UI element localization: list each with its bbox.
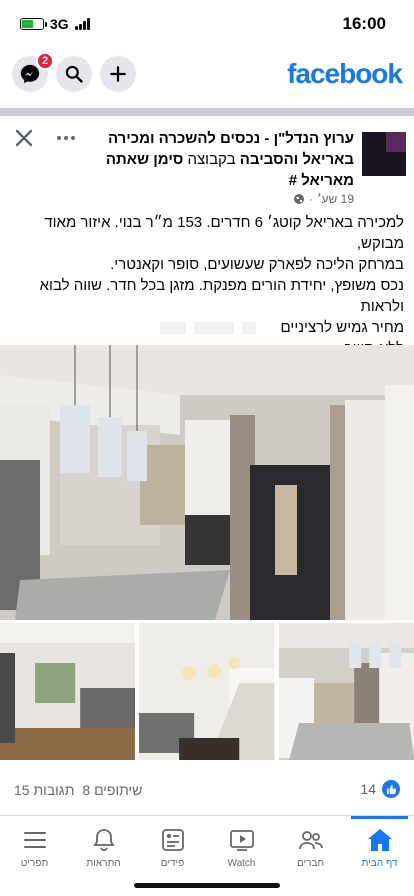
dining-photo bbox=[139, 623, 275, 760]
photo-thumb-kitchen[interactable] bbox=[278, 623, 414, 760]
menu-icon bbox=[23, 832, 46, 848]
tab-label: תפריט bbox=[20, 858, 49, 869]
tab-menu[interactable]: תפריט bbox=[0, 816, 69, 886]
battery-icon bbox=[20, 18, 47, 30]
home-icon bbox=[367, 829, 392, 851]
photo-thumbnails bbox=[0, 623, 414, 760]
post-line: נכס משופץ, יחידת הורים מפנקת. מזגן בכל ח… bbox=[39, 277, 404, 315]
title-connector: בקבוצה bbox=[187, 151, 236, 168]
tab-bar: דף הבית חברים Watch פידים התראות תפריט bbox=[0, 815, 414, 896]
facebook-logo[interactable]: facebook bbox=[287, 58, 403, 90]
signal-icon bbox=[74, 18, 90, 30]
author-avatar[interactable] bbox=[362, 132, 406, 176]
photo-thumb-living-room[interactable] bbox=[0, 623, 136, 760]
living-room-photo bbox=[0, 623, 136, 760]
tab-watch[interactable]: Watch bbox=[207, 816, 276, 886]
network-label: 3G bbox=[50, 16, 69, 32]
feeds-icon bbox=[161, 829, 184, 851]
meta-separator: · bbox=[308, 192, 313, 206]
battery-level bbox=[22, 20, 33, 28]
friends-icon bbox=[298, 831, 323, 850]
tab-label: התראות bbox=[86, 858, 121, 869]
hide-post-button[interactable] bbox=[12, 126, 36, 150]
bell-icon bbox=[92, 829, 115, 851]
messenger-badge: 2 bbox=[36, 52, 54, 70]
status-time: 16:00 bbox=[342, 14, 386, 33]
feed-divider bbox=[0, 108, 414, 116]
plus-icon bbox=[110, 66, 126, 82]
tab-home[interactable]: דף הבית bbox=[345, 816, 414, 886]
post-line: למכירה באריאל קוטג׳ 6 חדרים. 153 מ״ר בנו… bbox=[44, 214, 404, 252]
stats-left: 15 תגובות 8 שיתופים bbox=[14, 782, 142, 798]
like-reaction-icon bbox=[382, 780, 400, 798]
photo-thumb-dining[interactable] bbox=[139, 623, 275, 760]
thumbs-up-icon bbox=[386, 784, 396, 794]
search-icon bbox=[65, 65, 83, 83]
more-dots-icon bbox=[57, 136, 75, 140]
tab-label: דף הבית bbox=[361, 858, 398, 869]
create-button[interactable] bbox=[100, 56, 136, 92]
kitchen-photo bbox=[0, 345, 414, 620]
watch-icon bbox=[229, 830, 254, 851]
tab-feeds[interactable]: פידים bbox=[138, 816, 207, 886]
home-indicator bbox=[134, 883, 280, 888]
comments-count[interactable]: 15 תגובות bbox=[14, 782, 74, 798]
kitchen-thumb-photo bbox=[278, 623, 414, 760]
status-left: 3G bbox=[20, 16, 90, 32]
messenger-button[interactable]: 2 bbox=[12, 52, 54, 92]
post-meta: 19 שע׳ · bbox=[293, 192, 354, 206]
post-line: במרחק הליכה לפארק שעשועים, סופר וקאנטרי. bbox=[110, 256, 404, 273]
likes-count: 14 bbox=[360, 781, 376, 797]
status-bar: 3G 16:00 bbox=[0, 0, 414, 50]
post-title: ערוץ הנדל"ן - נכסים להשכרה ומכירה באריאל… bbox=[84, 128, 354, 191]
tab-label: פידים bbox=[160, 858, 185, 869]
globe-icon bbox=[293, 194, 304, 204]
shares-count[interactable]: 8 שיתופים bbox=[82, 782, 142, 798]
tab-notifications[interactable]: התראות bbox=[69, 816, 138, 886]
tab-friends[interactable]: חברים bbox=[276, 816, 345, 886]
blurred-text bbox=[160, 322, 256, 334]
post-text: למכירה באריאל קוטג׳ 6 חדרים. 153 מ״ר בנו… bbox=[10, 212, 404, 359]
post-stats: 15 תגובות 8 שיתופים 14 bbox=[0, 776, 414, 806]
close-icon bbox=[15, 129, 33, 147]
post-timestamp[interactable]: 19 שע׳ bbox=[317, 192, 354, 206]
tab-label: Watch bbox=[227, 858, 256, 869]
app-header: 2 facebook bbox=[0, 50, 414, 102]
post-header: ערוץ הנדל"ן - נכסים להשכרה ומכירה באריאל… bbox=[0, 122, 414, 207]
post-options-button[interactable] bbox=[54, 126, 78, 150]
reactions[interactable]: 14 bbox=[360, 780, 400, 798]
search-button[interactable] bbox=[56, 56, 92, 92]
tab-label: חברים bbox=[296, 858, 325, 869]
hero-photo-kitchen[interactable] bbox=[0, 345, 414, 620]
